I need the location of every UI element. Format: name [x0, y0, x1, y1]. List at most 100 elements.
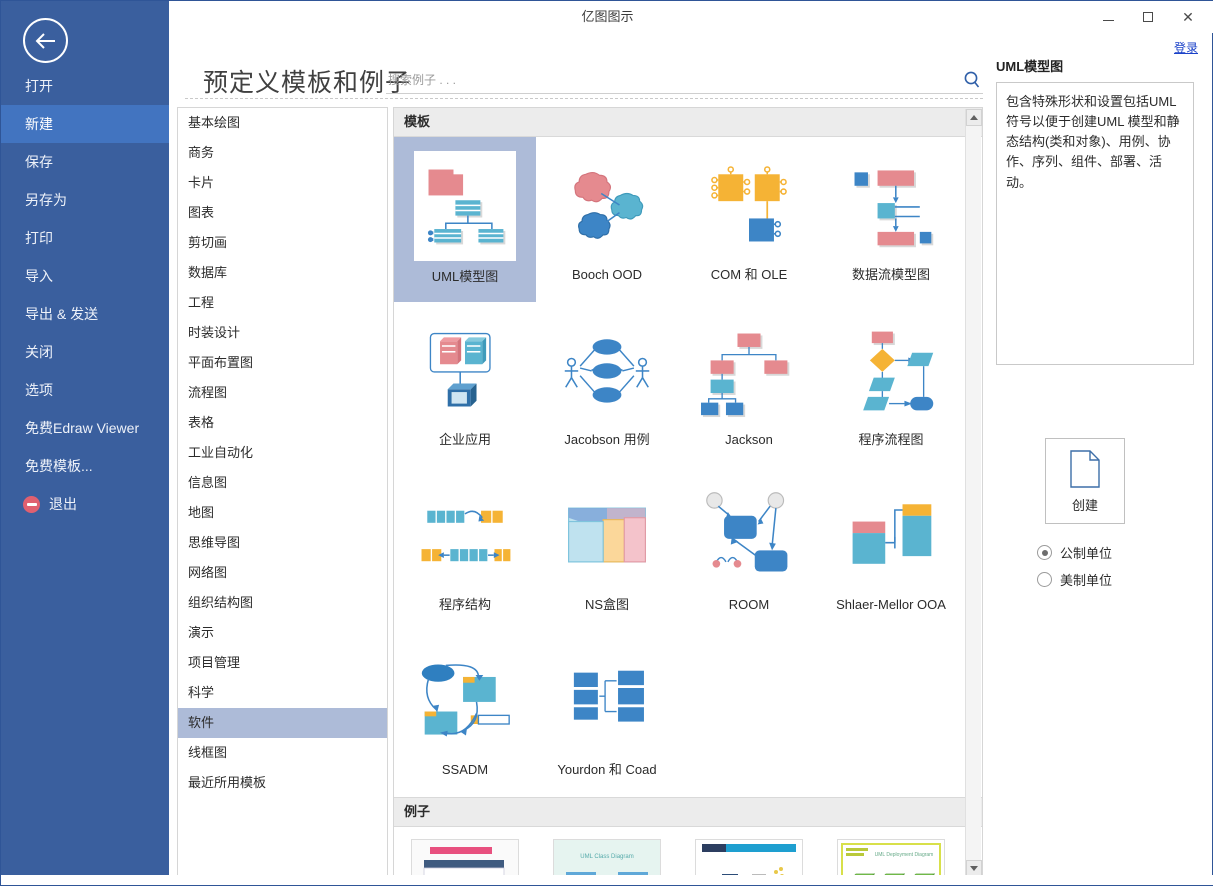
data-flow-model-icon	[841, 151, 941, 259]
example-uml-deployment-icon: UML Deployment Diagram	[837, 839, 945, 876]
jacobson-usecase-icon	[557, 316, 657, 424]
category-item-6[interactable]: 工程	[178, 288, 387, 318]
category-list-panel[interactable]: 基本绘图 商务 卡片 图表 剪切画 数据库 工程 时装设计 平面布置图 流程图 表格 工业自动化 信息图…	[177, 107, 388, 877]
example-cell-1[interactable]: UML Class Diagram	[536, 827, 678, 876]
unit-radio-label: 美制单位	[1060, 573, 1113, 588]
category-item-3[interactable]: 图表	[178, 198, 387, 228]
template-cell-11[interactable]: Shlaer-Mellor OOA	[820, 467, 962, 632]
example-cell-2[interactable]	[678, 827, 820, 876]
unit-radio-1[interactable]: 美制单位	[1037, 566, 1112, 593]
template-cell-9[interactable]: NS盒图	[536, 467, 678, 632]
template-label: SSADM	[441, 762, 489, 777]
category-item-2[interactable]: 卡片	[178, 168, 387, 198]
category-item-13[interactable]: 地图	[178, 498, 387, 528]
template-cell-6[interactable]: Jackson	[678, 302, 820, 467]
category-item-10[interactable]: 表格	[178, 408, 387, 438]
nav-item-10[interactable]: 免费模板...	[1, 447, 169, 485]
nav-item-2[interactable]: 保存	[1, 143, 169, 181]
nav-item-0[interactable]: 打开	[1, 67, 169, 105]
category-item-21[interactable]: 线框图	[178, 738, 387, 768]
nav-item-3[interactable]: 另存为	[1, 181, 169, 219]
category-item-22[interactable]: 最近所用模板	[178, 768, 387, 798]
category-item-9[interactable]: 流程图	[178, 378, 387, 408]
nav-item-exit-label: 退出	[49, 496, 77, 512]
vertical-scrollbar[interactable]	[965, 109, 982, 876]
search-input[interactable]	[386, 69, 950, 91]
template-label: NS盒图	[584, 597, 630, 612]
template-cell-13[interactable]: Yourdon 和 Coad	[536, 632, 678, 797]
nav-item-7[interactable]: 关闭	[1, 333, 169, 371]
category-item-12[interactable]: 信息图	[178, 468, 387, 498]
templates-section-header: 模板	[394, 108, 982, 137]
category-item-5[interactable]: 数据库	[178, 258, 387, 288]
example-network-icon	[695, 839, 803, 876]
scroll-up-button[interactable]	[966, 109, 982, 126]
example-uml-activity-icon	[411, 839, 519, 876]
category-item-7[interactable]: 时装设计	[178, 318, 387, 348]
template-grid: UML模型图 Booch OOD COM 和 OLE 数据流模型图 企业应用 J…	[394, 137, 982, 797]
search-icon[interactable]	[963, 70, 981, 95]
category-item-0[interactable]: 基本绘图	[178, 108, 387, 138]
template-cell-4[interactable]: 企业应用	[394, 302, 536, 467]
template-cell-3[interactable]: 数据流模型图	[820, 137, 962, 302]
category-item-8[interactable]: 平面布置图	[178, 348, 387, 378]
chevron-up-icon	[970, 115, 978, 120]
shlaer-mellor-icon	[841, 481, 941, 589]
category-item-1[interactable]: 商务	[178, 138, 387, 168]
category-item-15[interactable]: 网络图	[178, 558, 387, 588]
example-uml-class-icon: UML Class Diagram	[553, 839, 661, 876]
category-item-19[interactable]: 科学	[178, 678, 387, 708]
template-cell-8[interactable]: 程序结构	[394, 467, 536, 632]
category-item-11[interactable]: 工业自动化	[178, 438, 387, 468]
unit-radio-0[interactable]: 公制单位	[1037, 539, 1112, 566]
example-cell-0[interactable]	[394, 827, 536, 876]
ns-box-icon	[557, 481, 657, 589]
search-box[interactable]	[386, 69, 983, 94]
chevron-down-icon	[970, 866, 978, 871]
close-button[interactable]: ✕	[1168, 2, 1208, 32]
nav-item-6[interactable]: 导出 & 发送	[1, 295, 169, 333]
login-link[interactable]: 登录	[1174, 39, 1198, 56]
template-cell-2[interactable]: COM 和 OLE	[678, 137, 820, 302]
nav-item-5[interactable]: 导入	[1, 257, 169, 295]
template-cell-10[interactable]: ROOM	[678, 467, 820, 632]
template-label: Jacobson 用例	[564, 432, 650, 447]
back-button[interactable]	[23, 18, 68, 63]
back-arrow-icon	[35, 32, 55, 49]
category-item-14[interactable]: 思维导图	[178, 528, 387, 558]
template-label: 数据流模型图	[851, 267, 930, 282]
jackson-tree-icon	[699, 316, 799, 424]
booch-cloud-icon	[557, 151, 657, 259]
template-cell-12[interactable]: SSADM	[394, 632, 536, 797]
close-icon: ✕	[1182, 9, 1194, 25]
template-cell-0[interactable]: UML模型图	[394, 137, 536, 302]
category-item-4[interactable]: 剪切画	[178, 228, 387, 258]
category-item-16[interactable]: 组织结构图	[178, 588, 387, 618]
nav-item-9[interactable]: 免费Edraw Viewer	[1, 409, 169, 447]
template-cell-5[interactable]: Jacobson 用例	[536, 302, 678, 467]
nav-item-8[interactable]: 选项	[1, 371, 169, 409]
template-cell-1[interactable]: Booch OOD	[536, 137, 678, 302]
category-item-18[interactable]: 项目管理	[178, 648, 387, 678]
nav-item-exit[interactable]: 退出	[1, 485, 169, 523]
template-label: COM 和 OLE	[710, 267, 788, 282]
create-button[interactable]: 创建	[1045, 438, 1125, 524]
nav-item-1[interactable]: 新建	[1, 105, 169, 143]
unit-radio-label: 公制单位	[1060, 546, 1113, 561]
unit-radio-group: 公制单位 美制单位	[1037, 539, 1112, 593]
new-document-icon	[1070, 449, 1100, 488]
window-controls: ✕	[1088, 1, 1208, 33]
category-item-20[interactable]: 软件	[178, 708, 387, 738]
example-cell-3[interactable]: UML Deployment Diagram	[820, 827, 962, 876]
category-item-17[interactable]: 演示	[178, 618, 387, 648]
window-title: 亿图图示	[581, 9, 634, 24]
nav-item-4[interactable]: 打印	[1, 219, 169, 257]
radio-indicator	[1037, 572, 1052, 587]
template-label: UML模型图	[431, 269, 499, 284]
maximize-button[interactable]	[1128, 2, 1168, 32]
template-label: Shlaer-Mellor OOA	[836, 597, 946, 612]
template-label: Yourdon 和 Coad	[557, 762, 657, 777]
template-cell-7[interactable]: 程序流程图	[820, 302, 962, 467]
minimize-button[interactable]	[1088, 2, 1128, 32]
radio-indicator	[1037, 545, 1052, 560]
